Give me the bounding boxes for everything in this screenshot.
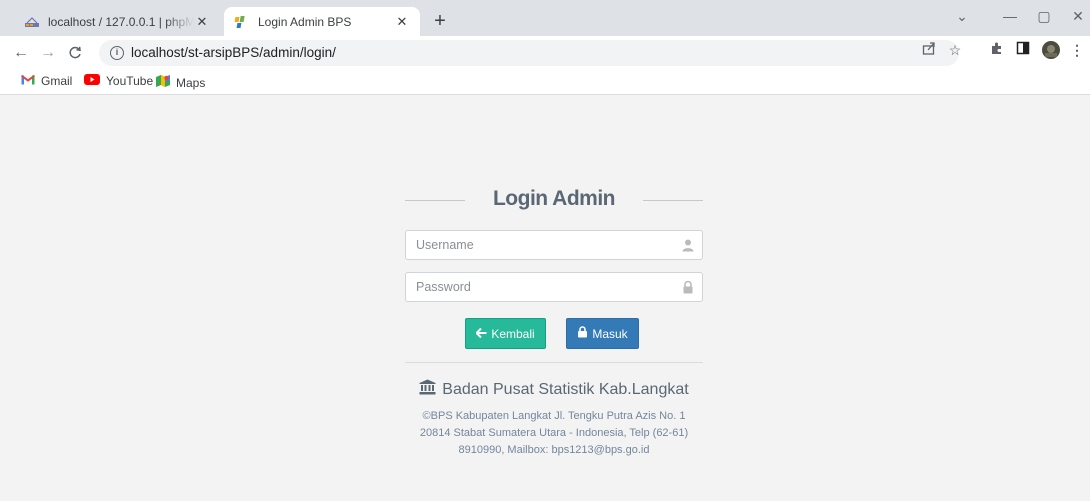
tab-login-admin[interactable]: Login Admin BPS ✕ [224,7,420,36]
bookmark-maps[interactable]: Maps [156,74,205,91]
org-address: ©BPS Kabupaten Langkat Jl. Tengku Putra … [405,408,703,459]
tab-close-icon[interactable]: ✕ [394,14,410,30]
bps-favicon-icon [234,14,250,30]
form-divider [405,362,703,363]
address-line: 8910990, Mailbox: bps1213@bps.go.id [458,444,650,456]
bookmark-youtube[interactable]: YouTube [84,74,153,88]
bookmark-label: Maps [176,75,206,90]
login-title-row: Login Admin [405,182,703,218]
profile-avatar-icon[interactable] [1042,41,1060,59]
page-content: Login Admin Kembali [0,96,1090,501]
back-button-label: Kembali [491,326,535,341]
forward-arrow-icon[interactable]: → [37,42,59,64]
password-input[interactable] [406,273,702,301]
bookmark-label: YouTube [106,74,154,88]
extensions-icon[interactable] [988,41,1006,59]
login-button-label: Masuk [592,326,628,341]
address-url[interactable]: localhost/st-arsipBPS/admin/login/ [131,45,336,60]
bookmarks-bar: Gmail YouTube Maps [0,70,1090,95]
username-input[interactable] [406,231,702,259]
back-arrow-icon[interactable]: ← [10,42,32,64]
password-field-wrapper [405,272,703,302]
address-line: 20814 Stabat Sumatera Utara - Indonesia,… [419,427,689,439]
browser-toolbar: ← → i localhost/st-arsipBPS/admin/login/… [0,36,1090,70]
window-close-button[interactable]: ✕ [1068,8,1088,25]
tab-search-icon[interactable]: ⌄ [952,8,972,25]
site-info-icon[interactable]: i [110,46,124,60]
org-name: Badan Pusat Statistik Kab.Langkat [442,380,689,398]
title-divider-right [643,200,703,201]
tab-title: Login Admin BPS [258,14,352,29]
reload-icon[interactable] [64,42,86,64]
user-icon [681,238,695,252]
bank-building-icon [419,379,436,400]
bookmark-gmail[interactable]: Gmail [21,74,72,88]
org-heading: Badan Pusat Statistik Kab.Langkat [405,379,703,400]
youtube-icon [84,74,100,88]
arrow-left-icon [475,327,487,341]
back-button[interactable]: Kembali [465,318,546,349]
lock-icon [577,326,588,341]
gmail-icon [21,74,35,88]
side-panel-icon[interactable] [1014,41,1032,59]
lock-icon [681,280,695,294]
share-icon[interactable] [920,41,938,59]
phpmyadmin-favicon-icon [24,14,40,30]
tab-title: localhost / 127.0.0.1 | phpMyAdmin [48,14,194,29]
tab-close-icon[interactable]: ✕ [194,14,210,30]
maps-icon [156,74,170,91]
new-tab-button[interactable]: + [428,10,452,34]
menu-kebab-icon[interactable]: ⋮ [1068,41,1086,59]
tab-phpmyadmin[interactable]: localhost / 127.0.0.1 | phpMyAdmin ✕ [14,7,220,36]
login-form: Login Admin Kembali [405,182,703,459]
address-line: ©BPS Kabupaten Langkat Jl. Tengku Putra … [422,410,686,422]
restore-button[interactable]: ▢ [1034,8,1054,25]
login-button-row: Kembali Masuk [405,318,703,350]
tab-strip: localhost / 127.0.0.1 | phpMyAdmin ✕ Log… [0,0,1090,36]
minimize-button[interactable]: — [1000,8,1020,24]
username-field-wrapper [405,230,703,260]
page-title: Login Admin [492,187,616,210]
bookmark-star-icon[interactable]: ☆ [946,41,964,59]
bookmark-label: Gmail [41,74,73,88]
login-submit-button[interactable]: Masuk [566,318,639,349]
